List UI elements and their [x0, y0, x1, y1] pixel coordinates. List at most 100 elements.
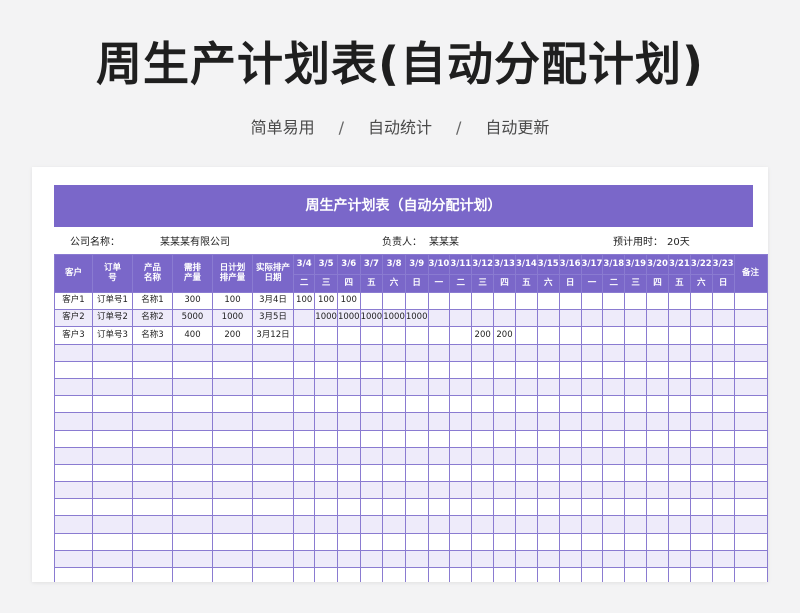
empty-cell[interactable]	[292, 343, 316, 362]
table-cell[interactable]: 300	[172, 291, 213, 311]
day-cell[interactable]	[471, 291, 495, 311]
empty-cell[interactable]	[172, 515, 213, 534]
empty-cell[interactable]	[558, 481, 582, 500]
empty-cell[interactable]	[493, 549, 516, 569]
empty-cell[interactable]	[132, 532, 173, 551]
empty-cell[interactable]	[132, 412, 173, 431]
day-cell[interactable]	[493, 309, 516, 328]
empty-cell[interactable]	[602, 498, 626, 517]
empty-cell[interactable]	[449, 481, 473, 500]
table-cell[interactable]: 1000	[212, 309, 253, 328]
estimated-time-value[interactable]: 20天	[667, 233, 690, 248]
empty-cell[interactable]	[493, 395, 516, 414]
empty-cell[interactable]	[54, 566, 93, 582]
empty-cell[interactable]	[92, 343, 133, 362]
empty-cell[interactable]	[580, 498, 604, 517]
table-cell[interactable]: 3月5日	[252, 309, 294, 328]
empty-cell[interactable]	[212, 412, 253, 431]
empty-cell[interactable]	[382, 515, 406, 534]
empty-cell[interactable]	[449, 549, 473, 569]
empty-cell[interactable]	[602, 549, 626, 569]
empty-cell[interactable]	[172, 498, 213, 517]
day-cell[interactable]	[624, 326, 648, 345]
day-cell[interactable]	[689, 291, 713, 311]
empty-cell[interactable]	[314, 446, 338, 465]
day-cell[interactable]	[646, 309, 669, 328]
empty-cell[interactable]	[92, 532, 133, 551]
empty-cell[interactable]	[336, 412, 361, 431]
empty-cell[interactable]	[449, 377, 473, 397]
empty-cell[interactable]	[252, 515, 294, 534]
empty-cell[interactable]	[292, 446, 316, 465]
empty-cell[interactable]	[382, 549, 406, 569]
day-cell[interactable]	[493, 291, 516, 311]
empty-cell[interactable]	[292, 566, 316, 582]
empty-cell[interactable]	[646, 343, 669, 362]
empty-cell[interactable]	[382, 395, 406, 414]
day-cell[interactable]	[580, 291, 604, 311]
empty-cell[interactable]	[336, 498, 361, 517]
empty-cell[interactable]	[132, 360, 173, 379]
empty-cell[interactable]	[733, 549, 768, 569]
empty-cell[interactable]	[689, 360, 713, 379]
empty-cell[interactable]	[404, 429, 429, 448]
empty-cell[interactable]	[514, 481, 538, 500]
empty-cell[interactable]	[172, 412, 213, 431]
day-cell[interactable]: 1000	[314, 309, 338, 328]
empty-cell[interactable]	[711, 377, 735, 397]
day-cell[interactable]	[292, 309, 316, 328]
empty-cell[interactable]	[493, 360, 516, 379]
empty-cell[interactable]	[336, 395, 361, 414]
empty-cell[interactable]	[471, 549, 495, 569]
empty-cell[interactable]	[132, 498, 173, 517]
empty-cell[interactable]	[212, 463, 253, 483]
empty-cell[interactable]	[646, 463, 669, 483]
empty-cell[interactable]	[471, 395, 495, 414]
empty-cell[interactable]	[54, 463, 93, 483]
empty-cell[interactable]	[493, 566, 516, 582]
empty-cell[interactable]	[382, 463, 406, 483]
empty-cell[interactable]	[382, 498, 406, 517]
empty-cell[interactable]	[336, 566, 361, 582]
empty-cell[interactable]	[624, 515, 648, 534]
empty-cell[interactable]	[558, 498, 582, 517]
empty-cell[interactable]	[54, 515, 93, 534]
empty-cell[interactable]	[92, 377, 133, 397]
empty-cell[interactable]	[382, 429, 406, 448]
empty-cell[interactable]	[132, 481, 173, 500]
day-cell[interactable]: 100	[314, 291, 338, 311]
empty-cell[interactable]	[252, 395, 294, 414]
notes-cell[interactable]	[733, 309, 768, 328]
empty-cell[interactable]	[212, 515, 253, 534]
empty-cell[interactable]	[602, 463, 626, 483]
empty-cell[interactable]	[711, 498, 735, 517]
empty-cell[interactable]	[711, 429, 735, 448]
table-cell[interactable]: 200	[212, 326, 253, 345]
empty-cell[interactable]	[493, 532, 516, 551]
empty-cell[interactable]	[689, 515, 713, 534]
day-cell[interactable]	[449, 309, 473, 328]
empty-cell[interactable]	[212, 343, 253, 362]
empty-cell[interactable]	[132, 377, 173, 397]
day-cell[interactable]	[667, 309, 691, 328]
empty-cell[interactable]	[667, 377, 691, 397]
notes-cell[interactable]	[733, 291, 768, 311]
empty-cell[interactable]	[558, 446, 582, 465]
empty-cell[interactable]	[667, 343, 691, 362]
empty-cell[interactable]	[514, 395, 538, 414]
empty-cell[interactable]	[580, 360, 604, 379]
table-cell[interactable]: 客户2	[54, 309, 93, 328]
empty-cell[interactable]	[382, 446, 406, 465]
empty-cell[interactable]	[536, 377, 560, 397]
day-cell[interactable]: 1000	[404, 309, 429, 328]
empty-cell[interactable]	[404, 446, 429, 465]
empty-cell[interactable]	[624, 481, 648, 500]
empty-cell[interactable]	[336, 429, 361, 448]
day-cell[interactable]	[646, 291, 669, 311]
empty-cell[interactable]	[624, 532, 648, 551]
empty-cell[interactable]	[514, 377, 538, 397]
empty-cell[interactable]	[427, 463, 451, 483]
empty-cell[interactable]	[172, 395, 213, 414]
empty-cell[interactable]	[580, 566, 604, 582]
empty-cell[interactable]	[54, 549, 93, 569]
